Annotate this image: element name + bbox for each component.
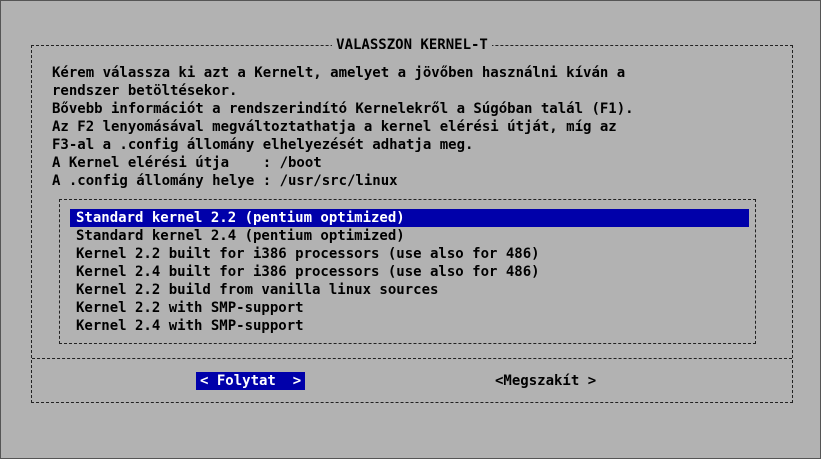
dialog-title-text: VALASSZON KERNEL-T — [332, 37, 492, 53]
config-path-line: A .config állomány helye : /usr/src/linu… — [52, 173, 398, 189]
button-separator — [32, 358, 792, 359]
dialog-title: VALASSZON KERNEL-T — [32, 36, 792, 54]
kernel-option[interactable]: Kernel 2.2 with SMP-support — [70, 299, 749, 317]
description-line-4: Az F2 lenyomásával megváltoztathatja a k… — [52, 119, 617, 135]
kernel-option[interactable]: Kernel 2.2 build from vanilla linux sour… — [70, 281, 749, 299]
kernel-select-dialog: VALASSZON KERNEL-T Kérem válassza ki azt… — [31, 37, 793, 403]
description-line-1: Kérem válassza ki azt a Kernelt, amelyet… — [52, 65, 626, 81]
cancel-button[interactable]: <Megszakít > — [495, 372, 596, 390]
kernel-option[interactable]: Kernel 2.4 built for i386 processors (us… — [70, 263, 749, 281]
kernel-listbox[interactable]: Standard kernel 2.2 (pentium optimized) … — [59, 199, 756, 344]
kernel-option[interactable]: Kernel 2.4 with SMP-support — [70, 317, 749, 335]
kernel-path-line: A Kernel elérési útja : /boot — [52, 155, 322, 171]
kernel-option[interactable]: Kernel 2.2 built for i386 processors (us… — [70, 245, 749, 263]
description-line-2: rendszer betöltésekor. — [52, 83, 238, 99]
description-line-3: Bővebb információt a rendszerindító Kern… — [52, 101, 634, 117]
description-line-5: F3-al a .config állomány elhelyezését ad… — [52, 137, 474, 153]
kernel-option[interactable]: Standard kernel 2.4 (pentium optimized) — [70, 227, 749, 245]
continue-button[interactable]: < Folytat > — [196, 372, 306, 390]
kernel-option[interactable]: Standard kernel 2.2 (pentium optimized) — [70, 209, 749, 227]
